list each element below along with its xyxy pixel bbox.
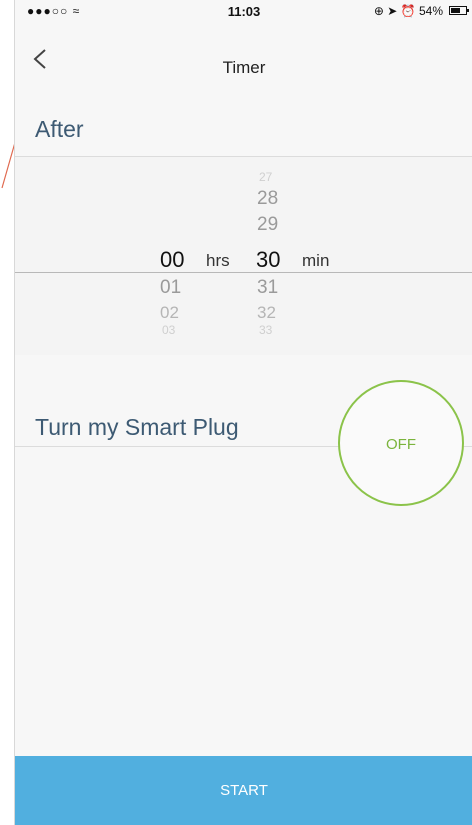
minutes-unit: min xyxy=(302,251,330,270)
hours-selected: 00 xyxy=(160,247,185,272)
minutes-option: 29 xyxy=(257,214,279,235)
minutes-option: 31 xyxy=(257,277,279,298)
plug-state-toggle[interactable]: OFF xyxy=(338,380,464,506)
minutes-option: 33 xyxy=(259,323,273,337)
after-section: After xyxy=(15,90,472,157)
minutes-option: 28 xyxy=(257,188,279,209)
start-button-label: START xyxy=(220,782,268,799)
hours-unit: hrs xyxy=(206,251,230,270)
smart-plug-label: Turn my Smart Plug xyxy=(35,414,239,440)
minutes-option: 32 xyxy=(257,303,276,322)
plug-state-text: OFF xyxy=(386,436,416,453)
hours-option: 03 xyxy=(162,323,176,337)
battery-icon xyxy=(449,6,469,15)
minutes-option: 27 xyxy=(259,170,273,184)
picker-selection-line xyxy=(15,272,472,273)
start-button[interactable]: START xyxy=(15,756,472,825)
page-title: Timer xyxy=(222,58,266,77)
minutes-selected: 30 xyxy=(256,247,281,272)
after-label: After xyxy=(35,116,84,142)
hours-option: 01 xyxy=(160,277,182,298)
status-icons: ⊕ ➤ ⏰ 54% xyxy=(373,4,443,18)
smart-plug-section: Turn my Smart Plug OFF xyxy=(15,356,472,506)
status-bar: ●●●○○ ≈ 11:03 ⊕ ➤ ⏰ 54% xyxy=(15,0,472,22)
nav-bar: Timer xyxy=(15,22,472,91)
hours-option: 02 xyxy=(160,303,179,322)
time-picker[interactable]: 00 hrs 01 02 03 27 28 29 30 min 31 32 33 xyxy=(15,157,472,355)
phone-screen: ●●●○○ ≈ 11:03 ⊕ ➤ ⏰ 54% Timer After 00 h… xyxy=(14,0,472,825)
